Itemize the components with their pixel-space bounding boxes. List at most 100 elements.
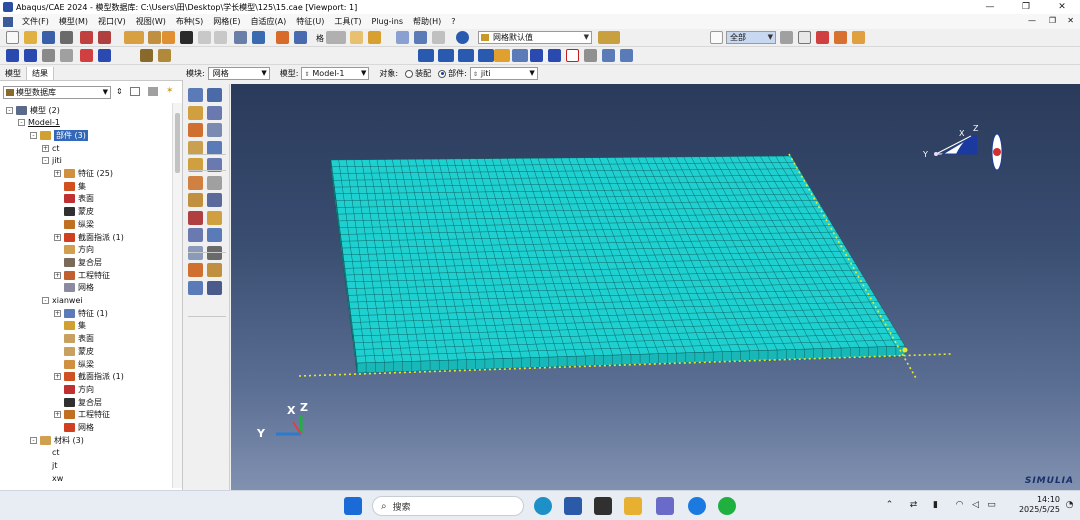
close-button[interactable]: ✕: [1044, 0, 1080, 14]
tree-row[interactable]: 表面: [54, 193, 94, 205]
info-icon[interactable]: [456, 31, 469, 44]
expand-icon[interactable]: +: [54, 233, 61, 241]
print-icon[interactable]: [60, 31, 73, 44]
select-arrow-icon[interactable]: [180, 31, 193, 44]
edge-browser-icon[interactable]: [534, 497, 552, 515]
assign-stack-icon[interactable]: [188, 123, 203, 137]
render-style-combo[interactable]: 网格默认值 ▼: [478, 31, 592, 44]
wireframe-icon[interactable]: [350, 31, 363, 44]
tray-wifi-icon[interactable]: ◠: [954, 500, 965, 511]
tree-row[interactable]: 集: [54, 320, 86, 332]
database-combo[interactable]: 模型数据库 ▼: [3, 85, 111, 99]
start-icon[interactable]: [344, 497, 362, 515]
table-icon[interactable]: [252, 31, 265, 44]
verify-mesh-icon[interactable]: [207, 123, 222, 137]
tree-row[interactable]: - 材料 (3): [30, 434, 84, 446]
collapse-icon[interactable]: -: [18, 119, 25, 127]
expand-icon[interactable]: +: [54, 170, 61, 177]
box-select-icon[interactable]: [798, 31, 811, 44]
datum-icon[interactable]: [294, 31, 307, 44]
back-view-icon[interactable]: [438, 49, 454, 62]
wechat-icon[interactable]: [718, 497, 736, 515]
tab-results[interactable]: 结果: [27, 67, 54, 80]
tree-row[interactable]: + ct: [42, 142, 60, 154]
tree-row[interactable]: 网格: [54, 422, 94, 434]
maximize-button[interactable]: ❐: [1008, 0, 1044, 14]
mesh-region-icon[interactable]: [207, 140, 222, 155]
menu-viewport[interactable]: 视口(V): [93, 16, 131, 27]
partition-face-icon[interactable]: [207, 175, 222, 190]
minimize-button[interactable]: —: [972, 0, 1008, 14]
mesh-stats-icon[interactable]: [188, 263, 203, 277]
tree-row[interactable]: + 工程特征: [54, 409, 110, 421]
view-orientation-widget[interactable]: Y X Z: [922, 124, 1003, 171]
bottom-view-icon[interactable]: [478, 49, 494, 62]
pan-icon[interactable]: [6, 49, 19, 62]
menu-adaptivity[interactable]: 自适应(A): [246, 16, 292, 27]
collapse-icon[interactable]: -: [42, 297, 49, 304]
tree-row[interactable]: - Model-1: [18, 117, 60, 129]
magnify-icon[interactable]: [42, 49, 55, 62]
tree-collapse-icon[interactable]: [148, 87, 158, 96]
top-view-icon[interactable]: [458, 49, 474, 62]
open-file-icon[interactable]: [24, 31, 37, 44]
mesh-part-icon[interactable]: [188, 140, 203, 155]
render-model-icon[interactable]: [548, 49, 561, 62]
tree-scrollbar[interactable]: [172, 103, 182, 488]
module-combo[interactable]: 网格 ▼: [207, 67, 270, 80]
mdi-close-button[interactable]: ✕: [1067, 16, 1074, 25]
tree-row[interactable]: + 特征 (25): [54, 168, 113, 180]
notification-icon[interactable]: ◔: [1064, 500, 1075, 511]
menu-tools[interactable]: 工具(T): [329, 16, 366, 27]
mdi-minimize-button[interactable]: —: [1028, 16, 1036, 25]
selection-filter-combo[interactable]: 全部 ▼: [726, 31, 776, 44]
mesh-controls-icon[interactable]: [188, 105, 203, 120]
taskbar-search[interactable]: ⌕ 搜索: [372, 496, 524, 516]
expand-icon[interactable]: +: [54, 411, 61, 419]
tree-row[interactable]: - xianwei: [42, 295, 83, 307]
color-code-icon[interactable]: [598, 31, 620, 44]
assembly-radio[interactable]: [405, 69, 414, 78]
left-view-icon[interactable]: [494, 49, 510, 62]
k-app-icon[interactable]: [688, 497, 706, 515]
create-set-icon[interactable]: [207, 263, 222, 277]
tree-row[interactable]: + 截面指派 (1): [54, 371, 124, 383]
partition-cell-icon[interactable]: [188, 193, 203, 207]
mdi-restore-button[interactable]: ❐: [1049, 16, 1056, 25]
select-mode-icon[interactable]: [834, 31, 847, 44]
viewport-menu-icon[interactable]: [3, 16, 13, 27]
terminal-icon[interactable]: [594, 497, 612, 515]
select-cursor-icon[interactable]: [710, 31, 723, 44]
element-type-icon[interactable]: [207, 105, 222, 120]
tree-filter-icon[interactable]: [130, 87, 140, 96]
tray-settings-icon[interactable]: ⇄: [908, 500, 919, 511]
expand-icon[interactable]: +: [42, 144, 49, 152]
annotation-text-icon[interactable]: [566, 49, 579, 62]
mesh-grid-icon[interactable]: [414, 31, 427, 44]
file-explorer-icon[interactable]: [624, 497, 642, 515]
menu-file[interactable]: 文件(F): [17, 16, 54, 27]
tree-row[interactable]: + 截面指派 (1): [54, 231, 124, 243]
views-icon[interactable]: [140, 49, 153, 62]
expand-icon[interactable]: +: [54, 271, 61, 279]
tree-row[interactable]: - 模型 (2): [6, 104, 60, 116]
viewport-canvas[interactable]: Y X Z Y X Z: [231, 84, 1080, 490]
undo-icon[interactable]: [198, 31, 211, 44]
tree-row[interactable]: + 特征 (1): [54, 307, 108, 319]
save-icon[interactable]: [42, 31, 55, 44]
drag-select-icon[interactable]: [816, 31, 829, 44]
menu-whats-this[interactable]: ?: [446, 17, 460, 26]
menu-seed[interactable]: 布种(S): [171, 16, 208, 27]
tree-row[interactable]: 方向: [54, 383, 94, 395]
seed-edge-icon[interactable]: [207, 88, 222, 102]
menu-mesh[interactable]: 网格(E): [208, 16, 245, 27]
partition-edge-icon[interactable]: [188, 175, 203, 190]
meshed-plate-part[interactable]: [330, 155, 906, 374]
rotate-icon[interactable]: [24, 49, 37, 62]
iso-view-icon[interactable]: [530, 49, 543, 62]
tree-row[interactable]: 集: [54, 180, 86, 192]
front-view-icon[interactable]: [418, 49, 434, 62]
menu-view[interactable]: 视图(W): [131, 16, 171, 27]
new-file-icon[interactable]: [6, 31, 19, 44]
partition-icon[interactable]: [276, 31, 289, 44]
